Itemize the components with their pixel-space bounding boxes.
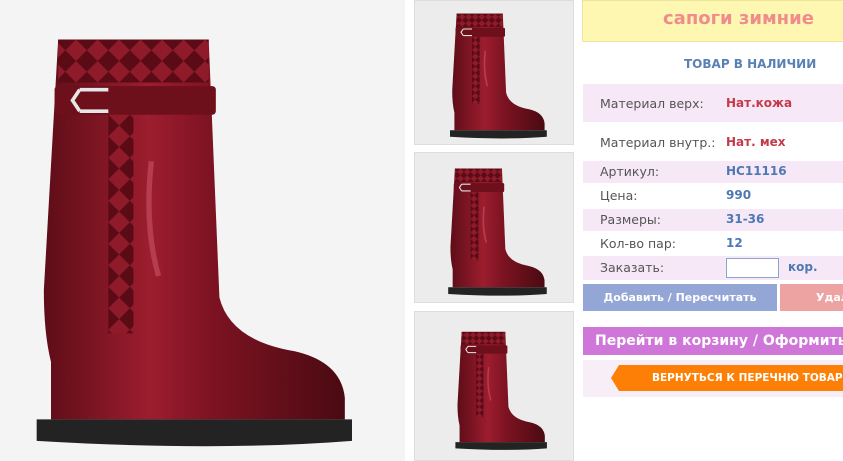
product-title: сапоги зимние	[663, 8, 814, 29]
spec-label: Артикул:	[600, 164, 660, 179]
back-to-list-button[interactable]: ВЕРНУТЬСЯ К ПЕРЕЧНЮ ТОВАРОВ	[611, 365, 843, 391]
spec-label: Кол-во пар:	[600, 236, 676, 251]
go-to-cart-button[interactable]: Перейти в корзину / Оформить	[583, 327, 843, 355]
product-thumbnail-1[interactable]	[414, 0, 574, 145]
add-recalc-button[interactable]: Добавить / Пересчитать	[583, 284, 777, 311]
boot-photo	[454, 330, 548, 451]
spec-row-material-inner: Материал внутр.: Нат. мех	[583, 126, 843, 158]
spec-label: Цена:	[600, 188, 638, 203]
spec-row-price: Цена: 990	[583, 185, 843, 207]
spec-value: HC11116	[726, 164, 787, 178]
back-button-area: ВЕРНУТЬСЯ К ПЕРЕЧНЮ ТОВАРОВ	[583, 360, 843, 397]
order-label: Заказать:	[600, 260, 665, 275]
spec-value: Нат. мех	[726, 135, 786, 149]
spec-row-sizes: Размеры: 31-36	[583, 209, 843, 231]
spec-row-article: Артикул: HC11116	[583, 161, 843, 183]
order-quantity-input[interactable]	[726, 258, 779, 278]
spec-value: 31-36	[726, 212, 765, 226]
delete-button[interactable]: Удалить	[780, 284, 843, 311]
spec-value: 990	[726, 188, 752, 202]
order-row: Заказать: кор.	[583, 256, 843, 280]
product-thumbnail-2[interactable]	[414, 152, 574, 303]
spec-label: Материал внутр.:	[600, 135, 716, 150]
spec-label: Материал верх:	[600, 96, 704, 111]
spec-label: Размеры:	[600, 212, 661, 227]
spec-row-material-top: Материал верх: Нат.кожа	[583, 84, 843, 122]
product-main-image[interactable]	[0, 0, 405, 461]
stock-status: ТОВАР В НАЛИЧИИ	[684, 57, 817, 71]
product-title-box: сапоги зимние	[582, 0, 843, 42]
boot-photo	[447, 167, 548, 297]
boot-photo	[449, 12, 548, 139]
spec-value: 12	[726, 236, 743, 250]
spec-row-pairs: Кол-во пар: 12	[583, 233, 843, 255]
product-thumbnail-3[interactable]	[414, 311, 574, 461]
spec-value: Нат.кожа	[726, 96, 793, 110]
boot-photo	[0, 0, 405, 461]
order-unit: кор.	[788, 260, 818, 274]
